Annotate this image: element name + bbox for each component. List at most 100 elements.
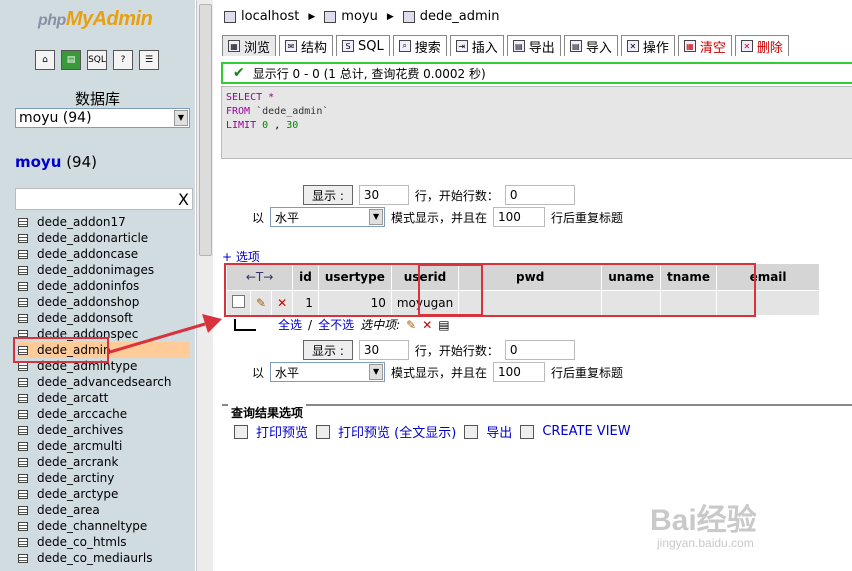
table-icon[interactable] bbox=[18, 393, 28, 403]
column-header-userid[interactable]: userid bbox=[390, 263, 460, 291]
column-header-email[interactable]: email bbox=[716, 263, 821, 291]
table-icon[interactable] bbox=[18, 345, 28, 355]
database-select[interactable]: moyu (94) ▼ bbox=[15, 108, 190, 128]
start-row-input[interactable]: 0 bbox=[504, 340, 575, 360]
sidebar-item-table[interactable]: dede_advancedsearch bbox=[18, 374, 190, 390]
sidebar-item-label[interactable]: dede_addonshop bbox=[37, 294, 139, 310]
row-checkbox[interactable] bbox=[226, 290, 251, 316]
tab-insert[interactable]: ⇥ 插入 bbox=[449, 35, 504, 56]
column-header-pwd[interactable]: pwd bbox=[458, 263, 603, 291]
help-icon[interactable]: ? bbox=[113, 50, 133, 70]
table-icon[interactable] bbox=[18, 473, 28, 483]
repeat-header-input[interactable]: 100 bbox=[493, 362, 546, 382]
tab-operations[interactable]: ✕ 操作 bbox=[620, 35, 675, 56]
repeat-header-input[interactable]: 100 bbox=[493, 207, 546, 227]
table-icon[interactable] bbox=[18, 425, 28, 435]
sidebar-item-table[interactable]: dede_addoninfos bbox=[18, 278, 190, 294]
sidebar-item-table[interactable]: dede_arcatt bbox=[18, 390, 190, 406]
sidebar-item-table[interactable]: dede_addon17 bbox=[18, 214, 190, 230]
table-icon[interactable] bbox=[18, 297, 28, 307]
sidebar-item-table[interactable]: dede_area bbox=[18, 502, 190, 518]
print-view-full-link[interactable]: 打印预览 (全文显示) bbox=[338, 422, 456, 441]
table-icon[interactable] bbox=[18, 361, 28, 371]
sidebar-item-table[interactable]: dede_addonshop bbox=[18, 294, 190, 310]
sidebar-item-label[interactable]: dede_arctype bbox=[37, 486, 118, 502]
tab-export[interactable]: ▤ 导出 bbox=[506, 35, 561, 56]
sidebar-item-label[interactable]: dede_archives bbox=[37, 422, 123, 438]
table-icon[interactable] bbox=[18, 377, 28, 387]
table-filter-input[interactable]: X bbox=[15, 188, 193, 210]
show-button[interactable]: 显示 : bbox=[303, 340, 353, 360]
export-link[interactable]: 导出 bbox=[486, 422, 512, 441]
sidebar-item-label[interactable]: dede_arccache bbox=[37, 406, 127, 422]
delete-x-icon[interactable]: ✕ bbox=[422, 318, 432, 332]
home-icon[interactable]: ⌂ bbox=[35, 50, 55, 70]
table-icon[interactable] bbox=[18, 457, 28, 467]
sidebar-item-label[interactable]: dede_arctiny bbox=[37, 470, 114, 486]
tab-structure[interactable]: ✉ 结构 bbox=[279, 35, 334, 56]
tab-browse[interactable]: ▦ 浏览 bbox=[222, 35, 277, 56]
chevron-down-icon[interactable]: ▼ bbox=[174, 110, 188, 126]
sidebar-item-label[interactable]: dede_addonsoft bbox=[37, 310, 133, 326]
breadcrumb-server[interactable]: localhost bbox=[241, 9, 299, 24]
rows-input[interactable]: 30 bbox=[358, 340, 409, 360]
sidebar-item-table[interactable]: dede_admintype bbox=[18, 358, 190, 374]
column-header-uname[interactable]: uname bbox=[601, 263, 662, 291]
sql-query-icon[interactable]: ▤ bbox=[61, 50, 81, 70]
sidebar-item-table[interactable]: dede_addonsoft bbox=[18, 310, 190, 326]
sidebar-item-table[interactable]: dede_archives bbox=[18, 422, 190, 438]
sidebar-item-label[interactable]: dede_addon17 bbox=[37, 214, 126, 230]
table-icon[interactable] bbox=[18, 537, 28, 547]
sidebar-item-table[interactable]: dede_addonimages bbox=[18, 262, 190, 278]
scrollbar-thumb[interactable] bbox=[199, 4, 212, 256]
breadcrumb-table[interactable]: dede_admin bbox=[420, 9, 500, 24]
sidebar-item-label[interactable]: dede_admin bbox=[37, 342, 111, 358]
sidebar-item-table[interactable]: dede_arcrank bbox=[18, 454, 190, 470]
sidebar-item-label[interactable]: dede_arcatt bbox=[37, 390, 108, 406]
column-header-usertype[interactable]: usertype bbox=[317, 263, 392, 291]
export-icon[interactable]: ▤ bbox=[438, 318, 449, 332]
sidebar-item-label[interactable]: dede_addonarticle bbox=[37, 230, 148, 246]
tab-sql[interactable]: S SQL bbox=[336, 35, 390, 56]
sidebar-item-table[interactable]: dede_arctype bbox=[18, 486, 190, 502]
table-icon[interactable] bbox=[18, 217, 28, 227]
sidebar-item-label[interactable]: dede_co_mediaurls bbox=[37, 550, 152, 566]
sidebar-item-label[interactable]: dede_admintype bbox=[37, 358, 137, 374]
uncheck-all-link[interactable]: 全不选 bbox=[318, 316, 354, 333]
sidebar-item-label[interactable]: dede_addonimages bbox=[37, 262, 154, 278]
sidebar-item-table[interactable]: dede_channeltype bbox=[18, 518, 190, 534]
chevron-down-icon[interactable]: ▼ bbox=[369, 364, 384, 380]
table-icon[interactable] bbox=[18, 409, 28, 419]
table-icon[interactable] bbox=[18, 553, 28, 563]
edit-pencil-icon[interactable]: ✎ bbox=[249, 290, 273, 316]
delete-x-icon[interactable]: ✕ bbox=[271, 290, 294, 316]
tab-search[interactable]: ⌕ 搜索 bbox=[392, 35, 447, 56]
column-header-id[interactable]: id bbox=[292, 263, 319, 291]
tab-import[interactable]: ▤ 导入 bbox=[563, 35, 618, 56]
sidebar-item-table[interactable]: dede_addonarticle bbox=[18, 230, 190, 246]
display-mode-select[interactable]: 水平 ▼ bbox=[270, 207, 386, 227]
rows-input[interactable]: 30 bbox=[358, 185, 409, 205]
edit-pencil-icon[interactable]: ✎ bbox=[406, 318, 416, 332]
display-mode-select[interactable]: 水平 ▼ bbox=[270, 362, 386, 382]
print-view-link[interactable]: 打印预览 bbox=[256, 422, 308, 441]
sidebar-item-label[interactable]: dede_area bbox=[37, 502, 100, 518]
table-icon[interactable] bbox=[18, 521, 28, 531]
tab-empty[interactable]: ▦ 清空 bbox=[677, 35, 732, 56]
table-icon[interactable] bbox=[18, 313, 28, 323]
clear-filter-icon[interactable]: X bbox=[178, 190, 189, 209]
start-row-input[interactable]: 0 bbox=[504, 185, 575, 205]
tab-drop[interactable]: ✕ 删除 bbox=[734, 35, 789, 56]
table-icon[interactable] bbox=[18, 233, 28, 243]
column-sort-arrows[interactable]: ←T→ bbox=[225, 263, 294, 291]
sidebar-item-label[interactable]: dede_channeltype bbox=[37, 518, 147, 534]
sidebar-item-label[interactable]: dede_arcmulti bbox=[37, 438, 122, 454]
sidebar-item-table[interactable]: dede_admin bbox=[18, 342, 190, 358]
sidebar-item-table[interactable]: dede_addonspec bbox=[18, 326, 190, 342]
create-view-link[interactable]: CREATE VIEW bbox=[542, 424, 630, 439]
table-icon[interactable] bbox=[18, 249, 28, 259]
sidebar-item-label[interactable]: dede_addonspec bbox=[37, 326, 138, 342]
table-icon[interactable] bbox=[18, 281, 28, 291]
sidebar-item-label[interactable]: dede_addoninfos bbox=[37, 278, 139, 294]
sidebar-item-table[interactable]: dede_co_mediaurls bbox=[18, 550, 190, 566]
